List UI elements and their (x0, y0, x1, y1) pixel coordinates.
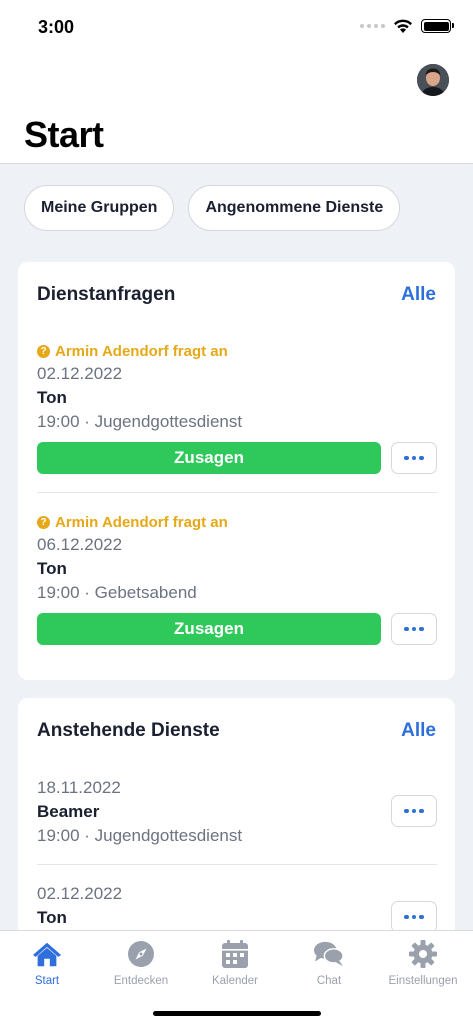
tab-einstellungen[interactable]: Einstellungen (376, 939, 470, 987)
tab-bar: Start Entdecken Kalender Chat Einstellun… (0, 930, 473, 1024)
card-title: Anstehende Dienste (37, 720, 220, 741)
page-title: Start (24, 114, 104, 155)
request-role: Ton (37, 388, 67, 407)
card-title: Dienstanfragen (37, 284, 176, 305)
more-options-button[interactable] (391, 795, 437, 827)
request-actions: Zusagen (37, 613, 437, 645)
more-options-button[interactable] (391, 901, 437, 930)
tab-kalender[interactable]: Kalender (188, 939, 282, 987)
service-date: 18.11.2022 (37, 778, 121, 797)
requester-line: ? Armin Adendorf fragt an (37, 513, 437, 531)
avatar[interactable] (417, 64, 449, 96)
status-icons (360, 18, 454, 34)
service-item[interactable]: 18.11.2022 Beamer 19:00 · Jugendgottesdi… (37, 778, 437, 846)
tab-entdecken[interactable]: Entdecken (94, 939, 188, 987)
status-bar: 3:00 (0, 0, 473, 56)
ellipsis-icon (404, 626, 409, 632)
battery-icon (421, 19, 454, 33)
calendar-icon (220, 939, 250, 969)
divider (37, 492, 437, 493)
more-options-button[interactable] (391, 442, 437, 474)
home-icon (32, 939, 62, 969)
chip-my-groups[interactable]: Meine Gruppen (24, 185, 175, 231)
tab-label: Start (34, 975, 60, 987)
main-content[interactable]: Meine Gruppen Angenommene Dienste Dienst… (0, 165, 473, 930)
requester-text: Armin Adendorf fragt an (55, 513, 228, 531)
tab-label: Einstellungen (388, 975, 458, 987)
home-indicator (153, 1011, 321, 1016)
request-meta: 19:00 · Gebetsabend (37, 583, 197, 602)
accept-button[interactable]: Zusagen (37, 613, 381, 645)
profile-photo (417, 64, 449, 96)
service-role: Ton (37, 908, 67, 927)
ellipsis-icon (404, 808, 409, 814)
tab-start[interactable]: Start (0, 939, 94, 987)
service-date: 02.12.2022 (37, 884, 123, 903)
request-item: ? Armin Adendorf fragt an 02.12.2022 Ton… (37, 342, 437, 474)
divider (37, 864, 437, 865)
chip-accepted-services[interactable]: Angenommene Dienste (188, 185, 401, 231)
see-all-link[interactable]: Alle (401, 284, 436, 306)
request-role: Ton (37, 559, 67, 578)
tab-label: Entdecken (113, 975, 169, 987)
cellular-icon (360, 24, 385, 28)
chat-icon (314, 939, 344, 969)
requester-line: ? Armin Adendorf fragt an (37, 342, 437, 360)
more-options-button[interactable] (391, 613, 437, 645)
ellipsis-icon (404, 455, 409, 461)
request-item: ? Armin Adendorf fragt an 06.12.2022 Ton… (37, 513, 437, 645)
wifi-icon (394, 19, 412, 33)
requester-text: Armin Adendorf fragt an (55, 342, 228, 360)
compass-icon (126, 939, 156, 969)
tab-label: Chat (316, 975, 342, 987)
request-meta: 19:00 · Jugendgottesdienst (37, 412, 243, 431)
service-item[interactable]: 02.12.2022 Ton (37, 884, 437, 930)
upcoming-services-card: Anstehende Dienste Alle 18.11.2022 Beame… (18, 698, 455, 930)
ellipsis-icon (404, 914, 409, 920)
accept-button[interactable]: Zusagen (37, 442, 381, 474)
request-date: 02.12.2022 (37, 364, 123, 383)
header: Start (0, 56, 473, 164)
quick-filter-chips: Meine Gruppen Angenommene Dienste (24, 185, 401, 231)
tab-chat[interactable]: Chat (282, 939, 376, 987)
question-icon: ? (37, 515, 50, 529)
request-date: 06.12.2022 (37, 535, 123, 554)
gear-icon (408, 939, 438, 969)
see-all-link[interactable]: Alle (401, 720, 436, 742)
service-meta: 19:00 · Jugendgottesdienst (37, 826, 243, 845)
tab-label: Kalender (211, 975, 259, 987)
request-actions: Zusagen (37, 442, 437, 474)
status-time: 3:00 (38, 17, 75, 37)
question-icon: ? (37, 344, 50, 358)
service-role: Beamer (37, 802, 100, 821)
service-requests-card: Dienstanfragen Alle ? Armin Adendorf fra… (18, 262, 455, 680)
